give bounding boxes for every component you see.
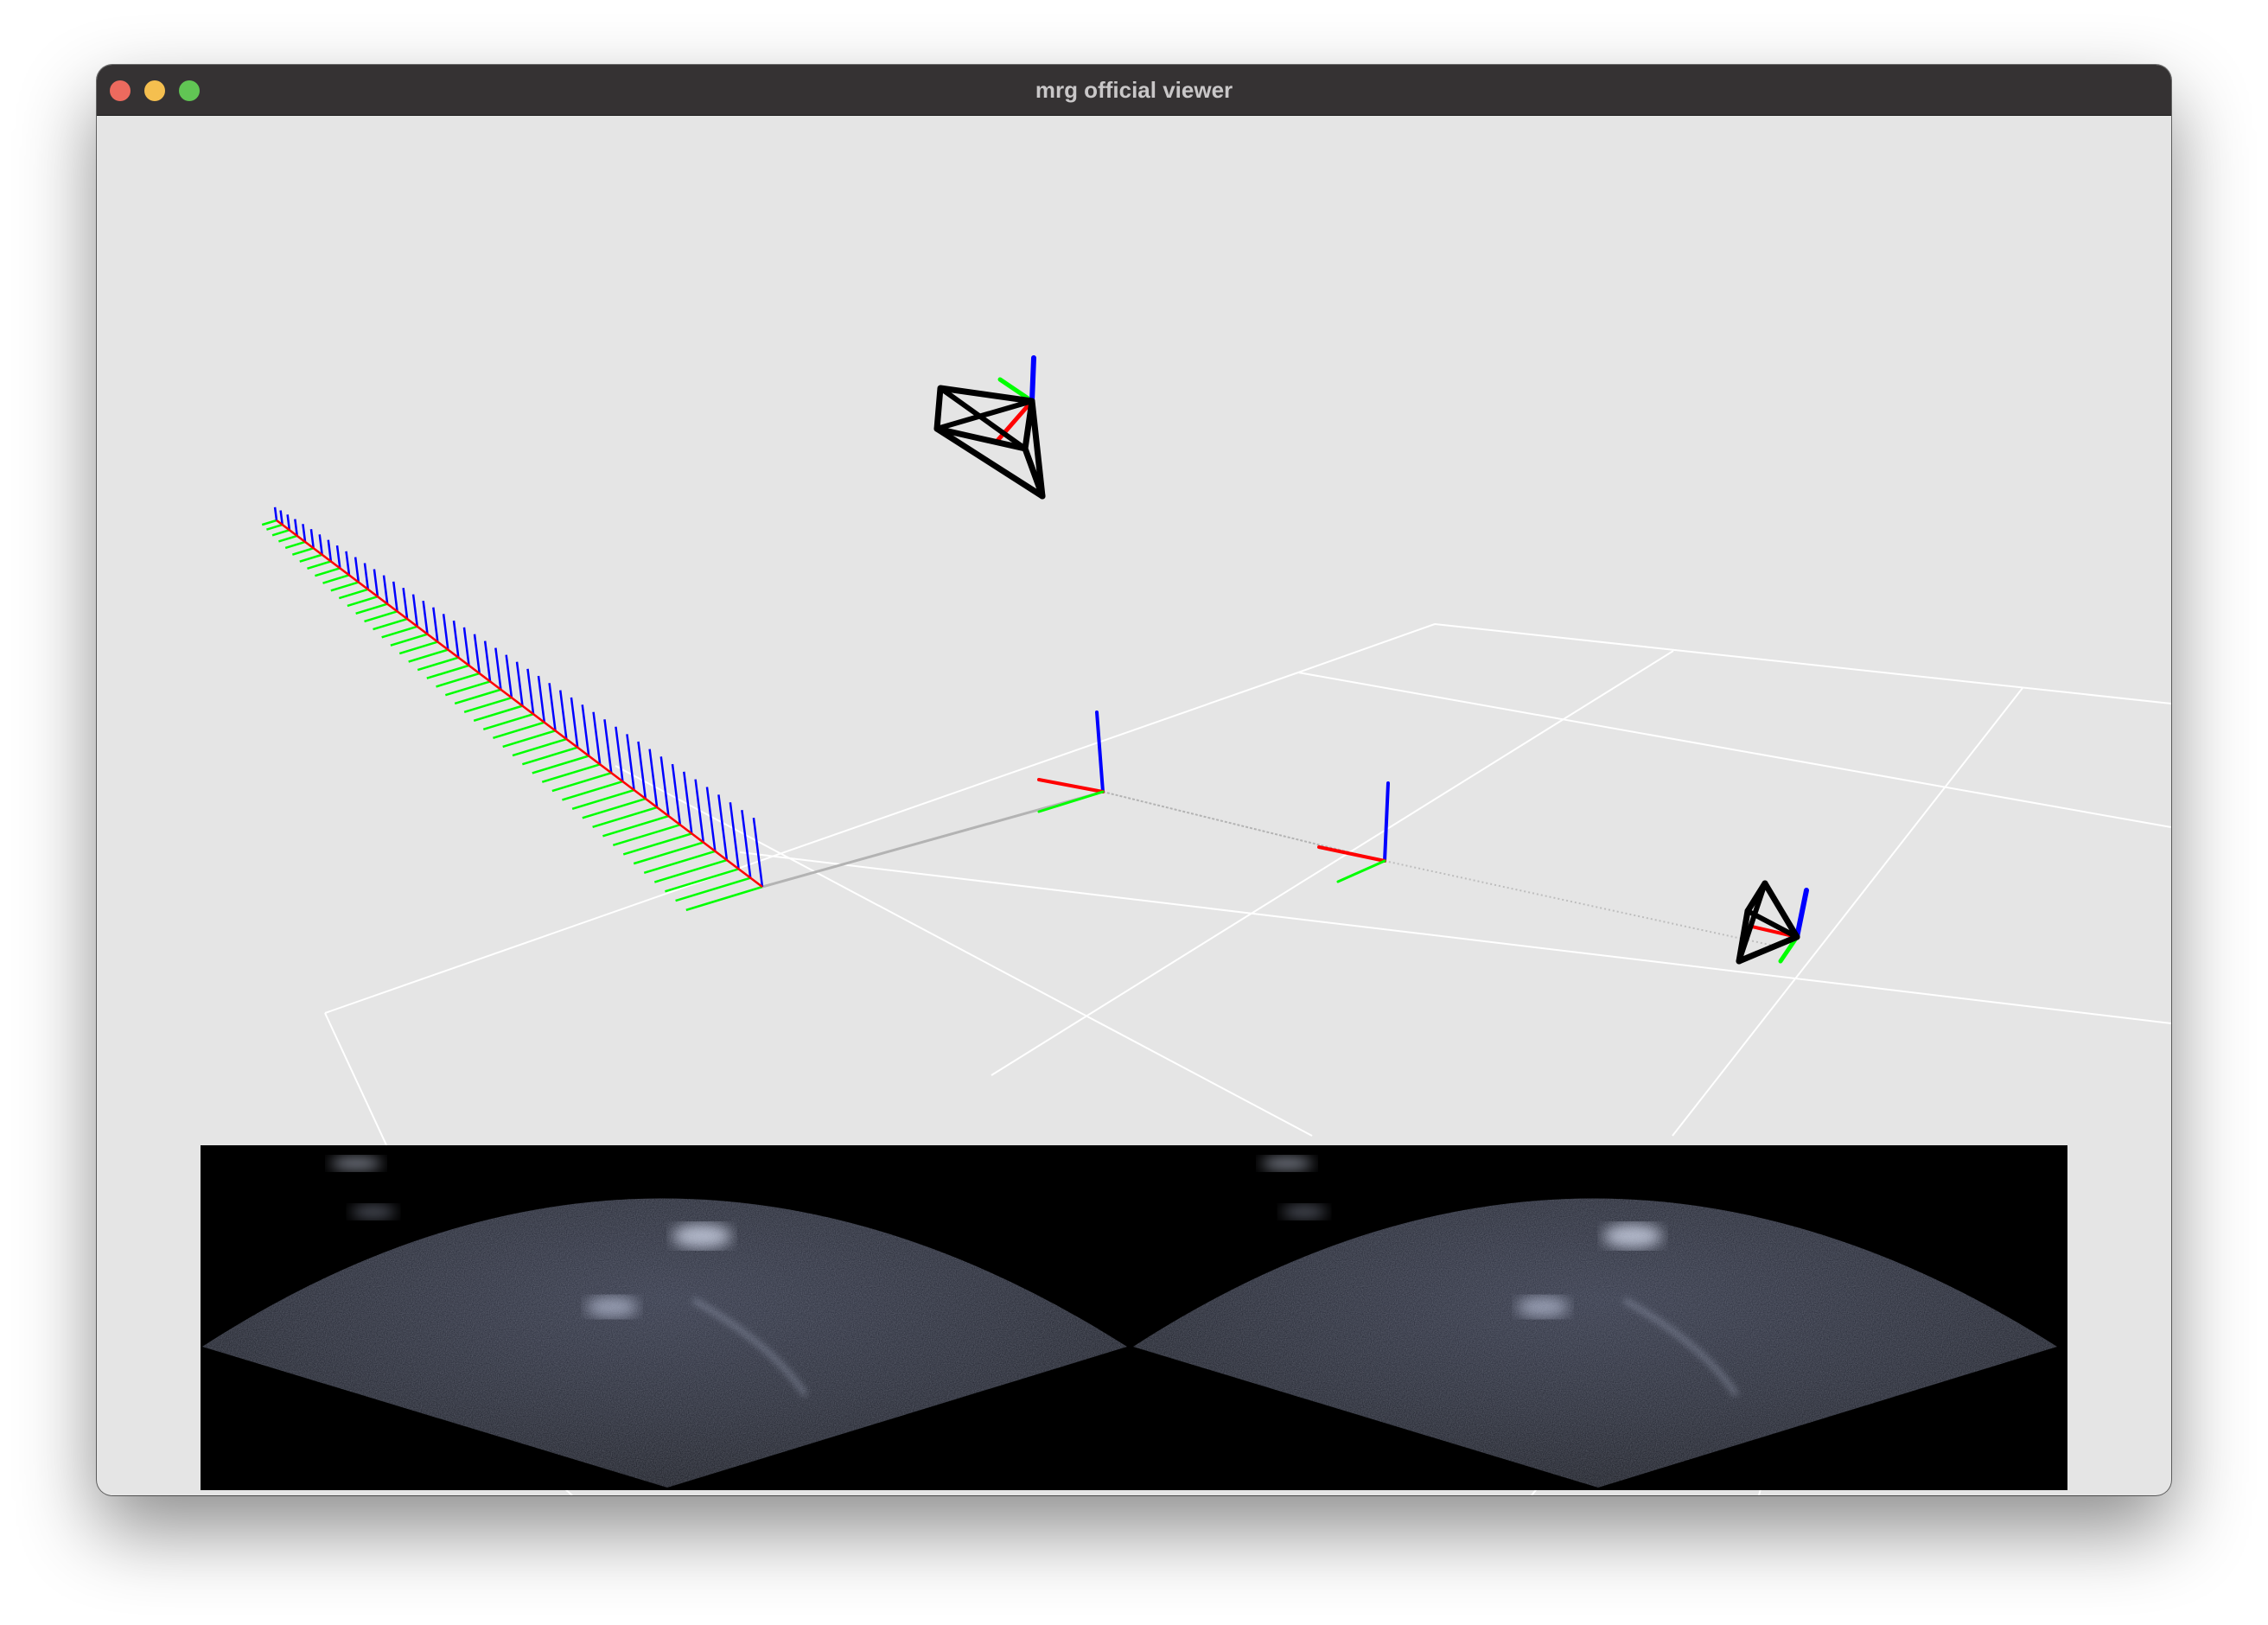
trajectory-path — [761, 790, 1774, 946]
pose-axis-line — [463, 696, 513, 714]
pose-axis-line — [354, 557, 360, 583]
pose-axis-line — [278, 534, 298, 543]
pose-axis-line — [355, 602, 388, 615]
viewer-window: mrg official viewer — [97, 65, 2171, 1495]
pose-axis-line — [452, 620, 460, 658]
pose-axis-line — [626, 734, 635, 791]
pose-axis-line — [558, 690, 568, 740]
title-bar[interactable]: mrg official viewer — [97, 65, 2171, 116]
pose-axis-line — [454, 688, 501, 705]
pose-axis-line — [408, 648, 449, 663]
pose-axis-line — [307, 560, 332, 570]
pose-axis-line — [685, 885, 763, 912]
pose-axis-line — [643, 850, 716, 874]
pose-axis-line — [537, 675, 546, 723]
pose-axis-line — [694, 779, 705, 843]
pose-axis-line — [665, 868, 739, 893]
window-title: mrg official viewer — [1035, 77, 1233, 103]
pose-axis-line — [382, 575, 389, 604]
pose-axis-line — [436, 672, 481, 688]
pose-axis-line — [741, 810, 752, 878]
pose-axis-line — [717, 794, 729, 861]
pose-axis-line — [612, 824, 681, 847]
camera-frustum-1 — [933, 355, 1046, 500]
pose-axis-line — [327, 539, 333, 562]
pose-axis-line — [653, 858, 728, 883]
pose-axis-line — [548, 683, 557, 731]
camera-frustum-2 — [1736, 880, 1809, 965]
pose-axis-line — [364, 610, 398, 623]
pose-axis-line — [675, 876, 751, 902]
pose-axis-line — [276, 519, 763, 888]
pose-axis-line — [582, 797, 647, 819]
pose-axis-line — [392, 581, 398, 612]
pose-axis-line — [526, 668, 535, 715]
pose-axis-line — [615, 726, 624, 782]
origin-axes — [1037, 711, 1105, 813]
pose-axis-line — [271, 529, 290, 537]
pose-axis-line — [633, 841, 704, 865]
pose-axis-line — [381, 625, 418, 639]
sonar-image-panel — [201, 1145, 2067, 1490]
pose-axis-line — [315, 567, 341, 577]
pose-axis-line — [422, 600, 429, 634]
pose-axis-line — [322, 574, 350, 584]
pose-axis-line — [318, 534, 323, 555]
pose-axis-line — [637, 741, 647, 800]
pose-axis-line — [338, 588, 369, 600]
pose-axis-line — [373, 569, 379, 597]
pose-sequence — [261, 507, 764, 912]
pose-axis-line — [266, 523, 284, 531]
pose-axis-line — [462, 627, 470, 666]
pose-axis-line — [752, 818, 764, 888]
pose-axis-line — [483, 640, 492, 682]
pose-axis-line — [363, 563, 370, 589]
pose-axis-line — [345, 551, 351, 576]
pose-axis-line — [291, 547, 315, 556]
3d-viewport[interactable] — [97, 116, 2171, 1495]
pose-axis-line — [411, 594, 419, 627]
pose-axis-line — [622, 832, 692, 856]
pose-axis-line — [330, 581, 360, 592]
pose-axis-line — [373, 617, 408, 631]
pose-axis-line — [442, 614, 449, 650]
pose-axis-line — [426, 664, 469, 679]
pose-axis-line — [390, 633, 428, 647]
pose-axis-line — [592, 711, 602, 765]
pose-axis-line — [335, 545, 341, 569]
pose-axis-line — [602, 814, 669, 838]
pose-axis-line — [261, 519, 277, 526]
pose-axis-line — [494, 647, 502, 690]
pose-axis-line — [592, 806, 658, 828]
pose-axis-line — [648, 749, 659, 808]
pose-axis-line — [473, 634, 481, 674]
pose-axis-line — [570, 697, 579, 748]
pose-axis-line — [398, 640, 438, 655]
pose-axes-2 — [1317, 781, 1390, 883]
pose-axis-line — [402, 588, 409, 620]
pose-axis-line — [505, 654, 513, 698]
pose-axis-line — [603, 719, 613, 774]
pose-axis-line — [432, 607, 439, 642]
pose-axis-line — [581, 704, 590, 756]
pose-axis-line — [284, 540, 306, 550]
pose-axis-line — [729, 802, 740, 870]
pose-axis-line — [659, 756, 670, 817]
pose-axis-line — [273, 507, 278, 521]
pose-axis-line — [515, 661, 524, 706]
pose-axis-line — [299, 553, 323, 563]
pose-axis-line — [417, 656, 459, 672]
pose-axis-line — [347, 596, 379, 608]
pose-axis-line — [444, 680, 491, 697]
pose-axis-line — [671, 763, 682, 825]
